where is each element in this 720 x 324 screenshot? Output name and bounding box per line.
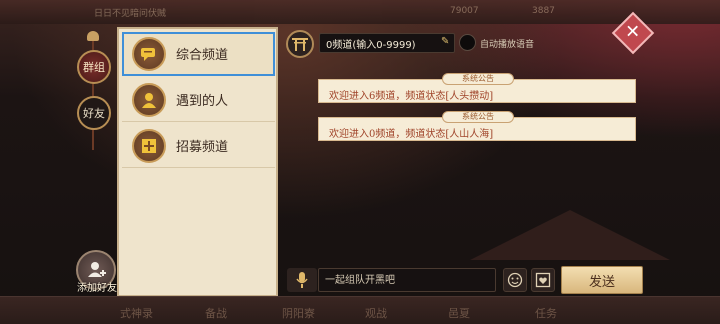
tab-friends-label: 好友 (83, 107, 105, 120)
smiley-icon (507, 272, 523, 288)
notice-text: 欢迎进入0频道，频道状态[人山人海] (329, 129, 494, 140)
channel-item-met-people[interactable]: 遇到的人 (122, 78, 275, 122)
message-input[interactable] (318, 268, 496, 292)
channel-switch-button[interactable] (286, 30, 314, 58)
pencil-icon[interactable]: ✎ (441, 36, 449, 47)
auto-voice-toggle[interactable] (459, 34, 476, 51)
notice-tag: 系统公告 (442, 111, 514, 123)
notice-tag: 系统公告 (442, 73, 514, 85)
channel-list-panel: 综合频道 遇到的人 招募频道 (117, 27, 278, 297)
close-icon: ✕ (625, 22, 641, 43)
person-icon (132, 82, 166, 117)
nav-item[interactable]: 观战 (365, 305, 387, 321)
jade-count: 3887 (532, 6, 555, 16)
tab-group[interactable]: 群组 (77, 50, 111, 84)
gold-count: 79007 (450, 6, 479, 16)
system-notice: 系统公告 欢迎进入6频道，频道状态[人头攒动] (318, 73, 636, 103)
nav-item[interactable]: 邑夏 (448, 305, 470, 321)
channel-item-general[interactable]: 综合频道 (122, 32, 275, 76)
tab-friends[interactable]: 好友 (77, 96, 111, 130)
channel-label: 遇到的人 (176, 94, 229, 109)
nav-item[interactable]: 任务 (535, 305, 557, 321)
channel-label: 招募频道 (176, 140, 229, 155)
channel-item-recruit[interactable]: 招募频道 (122, 124, 275, 168)
tab-group-label: 群组 (83, 61, 105, 74)
top-bar: 日日不见暗问伏贼 79007 3887 (0, 0, 720, 24)
send-button[interactable]: 发送 (561, 266, 643, 294)
channel-number-input[interactable] (319, 33, 455, 53)
top-bar-title: 日日不见暗问伏贼 (94, 9, 167, 19)
microphone-icon (296, 272, 308, 288)
emoji-button[interactable] (503, 268, 527, 292)
background-mountain (470, 210, 670, 260)
torii-icon (292, 38, 308, 51)
nav-item[interactable]: 式神录 (120, 305, 153, 321)
bell-icon (87, 31, 99, 41)
notice-text: 欢迎进入6频道，频道状态[人头攒动] (329, 91, 494, 102)
nav-item[interactable]: 备战 (205, 305, 227, 321)
bottom-nav: 式神录 备战 阴阳寮 观战 邑夏 任务 (0, 296, 720, 324)
channel-label: 综合频道 (176, 48, 229, 63)
sticker-heart-icon (535, 272, 551, 288)
auto-voice-label: 自动播放语音 (480, 40, 535, 50)
chat-bubble-icon (132, 36, 166, 71)
sticker-button[interactable] (531, 268, 555, 292)
add-person-icon (88, 262, 106, 277)
nav-item[interactable]: 阴阳寮 (282, 305, 315, 321)
plus-icon (132, 128, 166, 163)
system-notice: 系统公告 欢迎进入0频道，频道状态[人山人海] (318, 111, 636, 141)
add-friend-label: 添加好友 (77, 283, 117, 294)
voice-button[interactable] (287, 268, 317, 292)
